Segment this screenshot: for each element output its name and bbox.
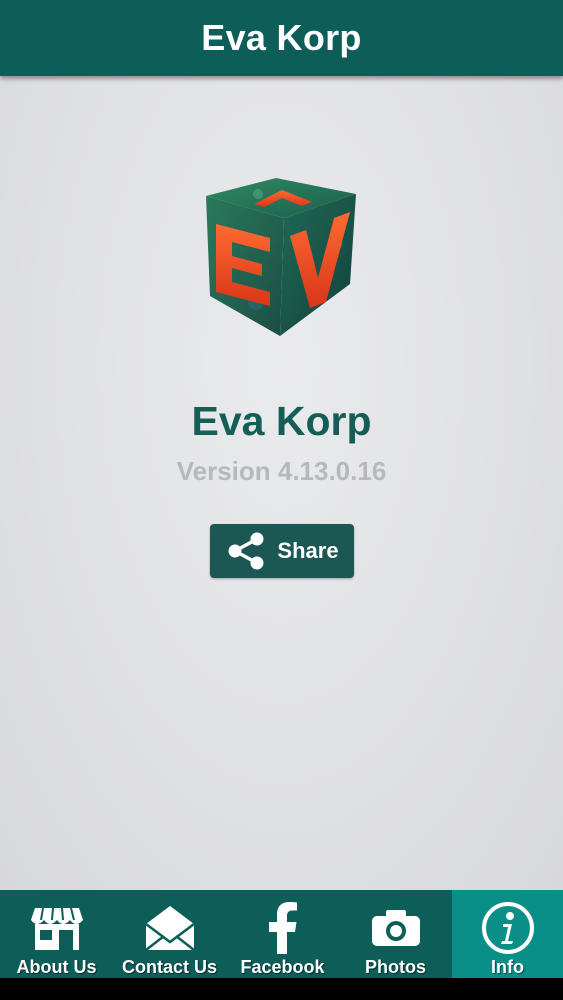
tab-facebook[interactable]: Facebook: [226, 890, 339, 978]
tab-photos[interactable]: Photos: [339, 890, 452, 978]
tab-contact-us[interactable]: Contact Us: [113, 890, 226, 978]
tab-label: Photos: [365, 957, 426, 977]
facebook-icon: [268, 901, 297, 954]
page-title: Eva Korp: [201, 17, 362, 58]
tab-info[interactable]: Info: [452, 890, 563, 978]
app-header: Eva Korp: [0, 0, 563, 76]
tab-label: Facebook: [240, 957, 325, 977]
app-version: Version 4.13.0.16: [176, 456, 387, 486]
share-button[interactable]: Share: [210, 524, 354, 578]
bottom-tab-bar: About Us Contact Us Facebook Photos Info: [0, 890, 563, 978]
system-nav-strip: [0, 978, 563, 1000]
about-content: Eva Korp Version 4.13.0.16 Share: [0, 76, 563, 890]
tab-label: Info: [491, 957, 524, 977]
share-icon: [228, 532, 264, 570]
tab-label: About Us: [16, 957, 97, 977]
tab-label: Contact Us: [121, 957, 217, 977]
envelope-icon: [144, 905, 195, 951]
info-icon: [481, 901, 534, 954]
app-logo-icon: [206, 178, 356, 336]
share-label: Share: [277, 538, 339, 563]
storefront-icon: [30, 907, 83, 950]
camera-icon: [371, 909, 420, 946]
app-name: Eva Korp: [191, 398, 372, 444]
tab-about-us[interactable]: About Us: [0, 890, 113, 978]
